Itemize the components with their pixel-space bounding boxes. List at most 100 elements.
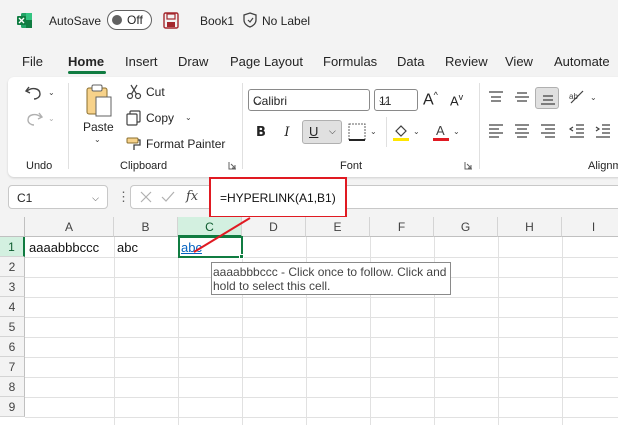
undo-group-label: Undo	[26, 160, 53, 172]
tooltip-line-2: hold to select this cell.	[213, 279, 331, 293]
insert-function-icon[interactable]: fx	[186, 189, 198, 204]
underline-button[interactable]: U ⌵	[302, 120, 342, 144]
formula-bar[interactable]: fx	[130, 185, 618, 209]
format-painter-icon[interactable]	[126, 136, 142, 152]
tab-draw[interactable]: Draw	[178, 54, 208, 69]
align-middle-icon[interactable]	[513, 89, 531, 105]
font-color-icon[interactable]: A	[432, 122, 450, 142]
row-header-3[interactable]: 3	[0, 277, 25, 297]
paste-dropdown-icon[interactable]: ⌄	[94, 135, 101, 144]
formula-input[interactable]: =HYPERLINK(A1,B1)	[220, 191, 336, 205]
format-painter-label[interactable]: Format Painter	[146, 137, 225, 151]
row-header-2[interactable]: 2	[0, 257, 25, 277]
row-header-1[interactable]: 1	[0, 237, 25, 257]
column-header-f[interactable]: F	[370, 217, 434, 237]
orientation-dropdown-icon[interactable]: ⌄	[590, 93, 597, 102]
align-top-icon[interactable]	[487, 89, 505, 105]
undo-icon[interactable]	[24, 83, 44, 101]
tab-home[interactable]: Home	[68, 54, 104, 69]
group-divider	[386, 117, 387, 147]
group-divider	[479, 83, 480, 169]
tab-formulas[interactable]: Formulas	[323, 54, 377, 69]
autosave-label: AutoSave	[49, 14, 102, 28]
worksheet-grid: A B C D E F G H I 1 2 3 4 5 6 7 8 9 aaaa…	[0, 217, 618, 425]
bold-button[interactable]: B	[250, 121, 272, 143]
column-header-g[interactable]: G	[434, 217, 498, 237]
italic-button[interactable]: I	[276, 121, 298, 143]
align-bottom-button[interactable]	[535, 87, 559, 109]
fill-color-dropdown-icon[interactable]: ⌄	[413, 127, 420, 136]
tab-view[interactable]: View	[505, 54, 533, 69]
tab-page-layout[interactable]: Page Layout	[230, 54, 303, 69]
font-size-select[interactable]: 11 ⌵	[374, 89, 418, 111]
active-tab-indicator	[68, 71, 106, 74]
select-all-corner[interactable]	[0, 217, 25, 237]
decrease-font-size-icon[interactable]: Av	[450, 92, 463, 108]
row-header-6[interactable]: 6	[0, 337, 25, 357]
group-divider	[242, 83, 243, 169]
underline-glyph: U	[309, 124, 319, 139]
column-header-d[interactable]: D	[242, 217, 306, 237]
redo-dropdown-icon[interactable]: ⌄	[48, 114, 55, 123]
confirm-entry-icon[interactable]	[161, 190, 175, 204]
tab-review[interactable]: Review	[445, 54, 488, 69]
sensitivity-label[interactable]: No Label	[262, 14, 310, 28]
copy-dropdown-icon[interactable]: ⌄	[185, 113, 192, 122]
align-right-icon[interactable]	[539, 122, 557, 138]
more-options-icon[interactable]: ⋮	[117, 189, 130, 205]
row-header-7[interactable]: 7	[0, 357, 25, 377]
save-icon[interactable]	[163, 12, 179, 29]
fill-handle[interactable]	[239, 254, 244, 259]
document-title[interactable]: Book1	[200, 14, 234, 28]
chevron-down-icon: ⌵	[92, 193, 99, 203]
chevron-down-icon: ⌵	[329, 126, 336, 136]
tab-automate[interactable]: Automate	[554, 54, 610, 69]
cancel-entry-icon[interactable]	[139, 190, 153, 204]
column-header-i[interactable]: I	[562, 217, 618, 237]
cell-b1[interactable]: abc	[117, 240, 138, 255]
clipboard-launcher-icon[interactable]	[228, 161, 237, 170]
orientation-icon[interactable]: ab	[568, 88, 586, 106]
borders-icon[interactable]	[348, 123, 366, 141]
font-color-dropdown-icon[interactable]: ⌄	[453, 127, 460, 136]
align-left-icon[interactable]	[487, 122, 505, 138]
borders-dropdown-icon[interactable]: ⌄	[370, 127, 377, 136]
decrease-indent-icon[interactable]	[568, 122, 586, 138]
column-header-a[interactable]: A	[25, 217, 114, 237]
align-center-icon[interactable]	[513, 122, 531, 138]
cell-a1[interactable]: aaaabbbccc	[29, 240, 99, 255]
toggle-knob	[112, 15, 122, 25]
clipboard-group-label: Clipboard	[120, 160, 168, 172]
tab-file[interactable]: File	[22, 54, 43, 69]
gridline	[25, 417, 618, 418]
column-header-e[interactable]: E	[306, 217, 370, 237]
name-box[interactable]: C1 ⌵	[8, 185, 108, 209]
excel-logo-icon	[17, 13, 32, 28]
tab-data[interactable]: Data	[397, 54, 424, 69]
font-name-select[interactable]: Calibri ⌵	[248, 89, 370, 111]
row-header-4[interactable]: 4	[0, 297, 25, 317]
copy-icon[interactable]	[126, 110, 142, 126]
gridline	[25, 317, 618, 318]
increase-font-size-icon[interactable]: A^	[423, 90, 438, 109]
tab-insert[interactable]: Insert	[125, 54, 158, 69]
paste-icon[interactable]	[84, 83, 114, 119]
cut-icon[interactable]	[126, 84, 142, 100]
row-header-5[interactable]: 5	[0, 317, 25, 337]
group-divider	[68, 83, 69, 169]
column-header-h[interactable]: H	[498, 217, 562, 237]
row-header-8[interactable]: 8	[0, 377, 25, 397]
column-header-b[interactable]: B	[114, 217, 178, 237]
fill-color-icon[interactable]	[392, 122, 410, 142]
paste-label[interactable]: Paste	[83, 120, 114, 134]
gridline	[25, 297, 618, 298]
row-header-9[interactable]: 9	[0, 397, 25, 417]
font-launcher-icon[interactable]	[464, 161, 473, 170]
copy-label[interactable]: Copy	[146, 111, 174, 125]
redo-icon[interactable]	[24, 109, 44, 127]
undo-dropdown-icon[interactable]: ⌄	[48, 88, 55, 97]
autosave-toggle[interactable]: Off	[107, 10, 152, 30]
cut-label[interactable]: Cut	[146, 85, 165, 99]
increase-indent-icon[interactable]	[594, 122, 612, 138]
column-header-c[interactable]: C	[178, 217, 242, 237]
